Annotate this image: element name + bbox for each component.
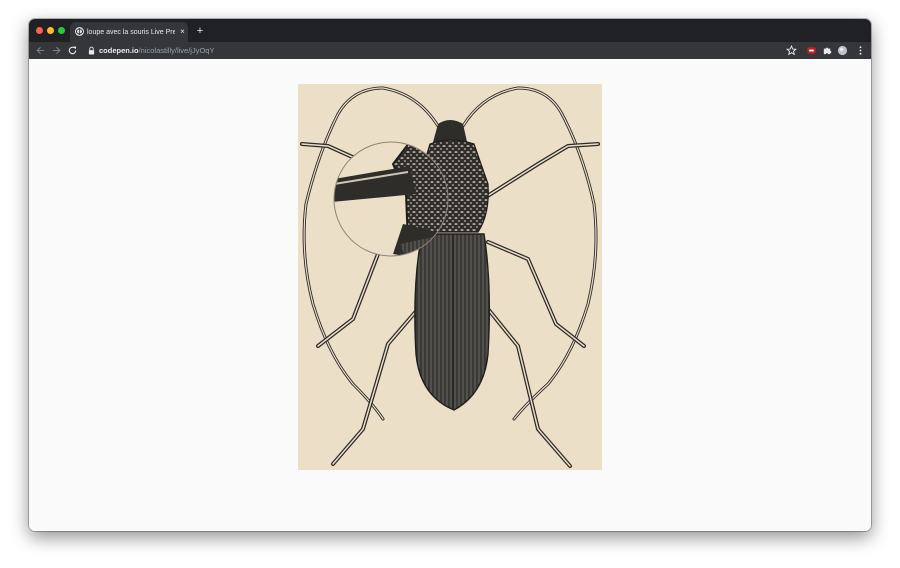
url-host: codepen.io xyxy=(99,46,139,55)
codepen-icon xyxy=(75,27,84,36)
browser-toolbar: codepen.io/nicolastilly/live/jJyOqY xyxy=(29,42,871,59)
lock-icon[interactable] xyxy=(88,46,95,55)
browser-window: loupe avec la souris Live Preview × + co… xyxy=(29,19,871,531)
url-path: /nicolastilly/live/jJyOqY xyxy=(138,46,215,55)
address-bar[interactable]: codepen.io/nicolastilly/live/jJyOqY xyxy=(99,45,214,56)
beetle-illustration xyxy=(300,86,600,468)
forward-arrow-icon[interactable] xyxy=(51,45,62,56)
browser-tab-active[interactable]: loupe avec la souris Live Preview × xyxy=(70,22,188,42)
window-close-button[interactable] xyxy=(36,27,43,34)
new-tab-button[interactable]: + xyxy=(194,25,206,37)
puzzle-icon[interactable] xyxy=(822,45,833,56)
avatar-icon[interactable] xyxy=(837,45,848,56)
kebab-menu-icon[interactable] xyxy=(855,45,866,56)
tab-strip: loupe avec la souris Live Preview × + xyxy=(29,19,871,42)
tab-title: loupe avec la souris Live Preview xyxy=(87,29,175,36)
window-minimize-button[interactable] xyxy=(47,27,54,34)
reload-icon[interactable] xyxy=(67,45,78,56)
window-maximize-button[interactable] xyxy=(58,27,65,34)
tab-close-icon[interactable]: × xyxy=(178,27,187,36)
extension-icon[interactable] xyxy=(806,45,817,56)
beetle-elytra xyxy=(414,233,491,411)
engraved-longhorn-beetle[interactable] xyxy=(298,84,602,470)
star-icon[interactable] xyxy=(786,45,797,56)
back-arrow-icon[interactable] xyxy=(35,45,46,56)
page-viewport xyxy=(29,59,871,531)
